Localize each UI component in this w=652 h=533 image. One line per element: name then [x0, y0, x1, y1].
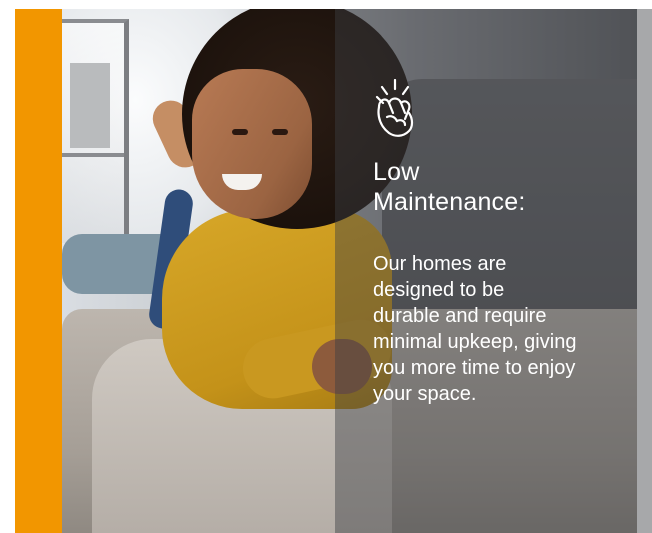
- feature-description-line: minimal upkeep, giving: [373, 331, 577, 353]
- face: [192, 69, 312, 219]
- finger-snap-icon: [371, 78, 419, 143]
- feature-card: Low Maintenance: Our homes are designed …: [15, 9, 652, 533]
- feature-description-line: durable and require: [373, 305, 547, 327]
- feature-title-line1: Low: [373, 158, 420, 186]
- shelf-box: [70, 63, 110, 148]
- eye-right: [272, 129, 288, 135]
- shelf-divider: [62, 153, 124, 157]
- eye-left: [232, 129, 248, 135]
- feature-description-line: you more time to enjoy: [373, 357, 576, 379]
- feature-description: Our homes are designed to be durable and…: [373, 251, 643, 407]
- feature-description-line: Our homes are: [373, 253, 507, 275]
- feature-title: Low Maintenance:: [373, 157, 643, 217]
- feature-description-line: your space.: [373, 383, 477, 405]
- feature-content: Low Maintenance: Our homes are designed …: [371, 78, 643, 407]
- accent-bar: [15, 9, 62, 533]
- shelf: [62, 19, 129, 243]
- feature-description-line: designed to be: [373, 279, 505, 301]
- feature-title-line2: Maintenance:: [373, 188, 526, 216]
